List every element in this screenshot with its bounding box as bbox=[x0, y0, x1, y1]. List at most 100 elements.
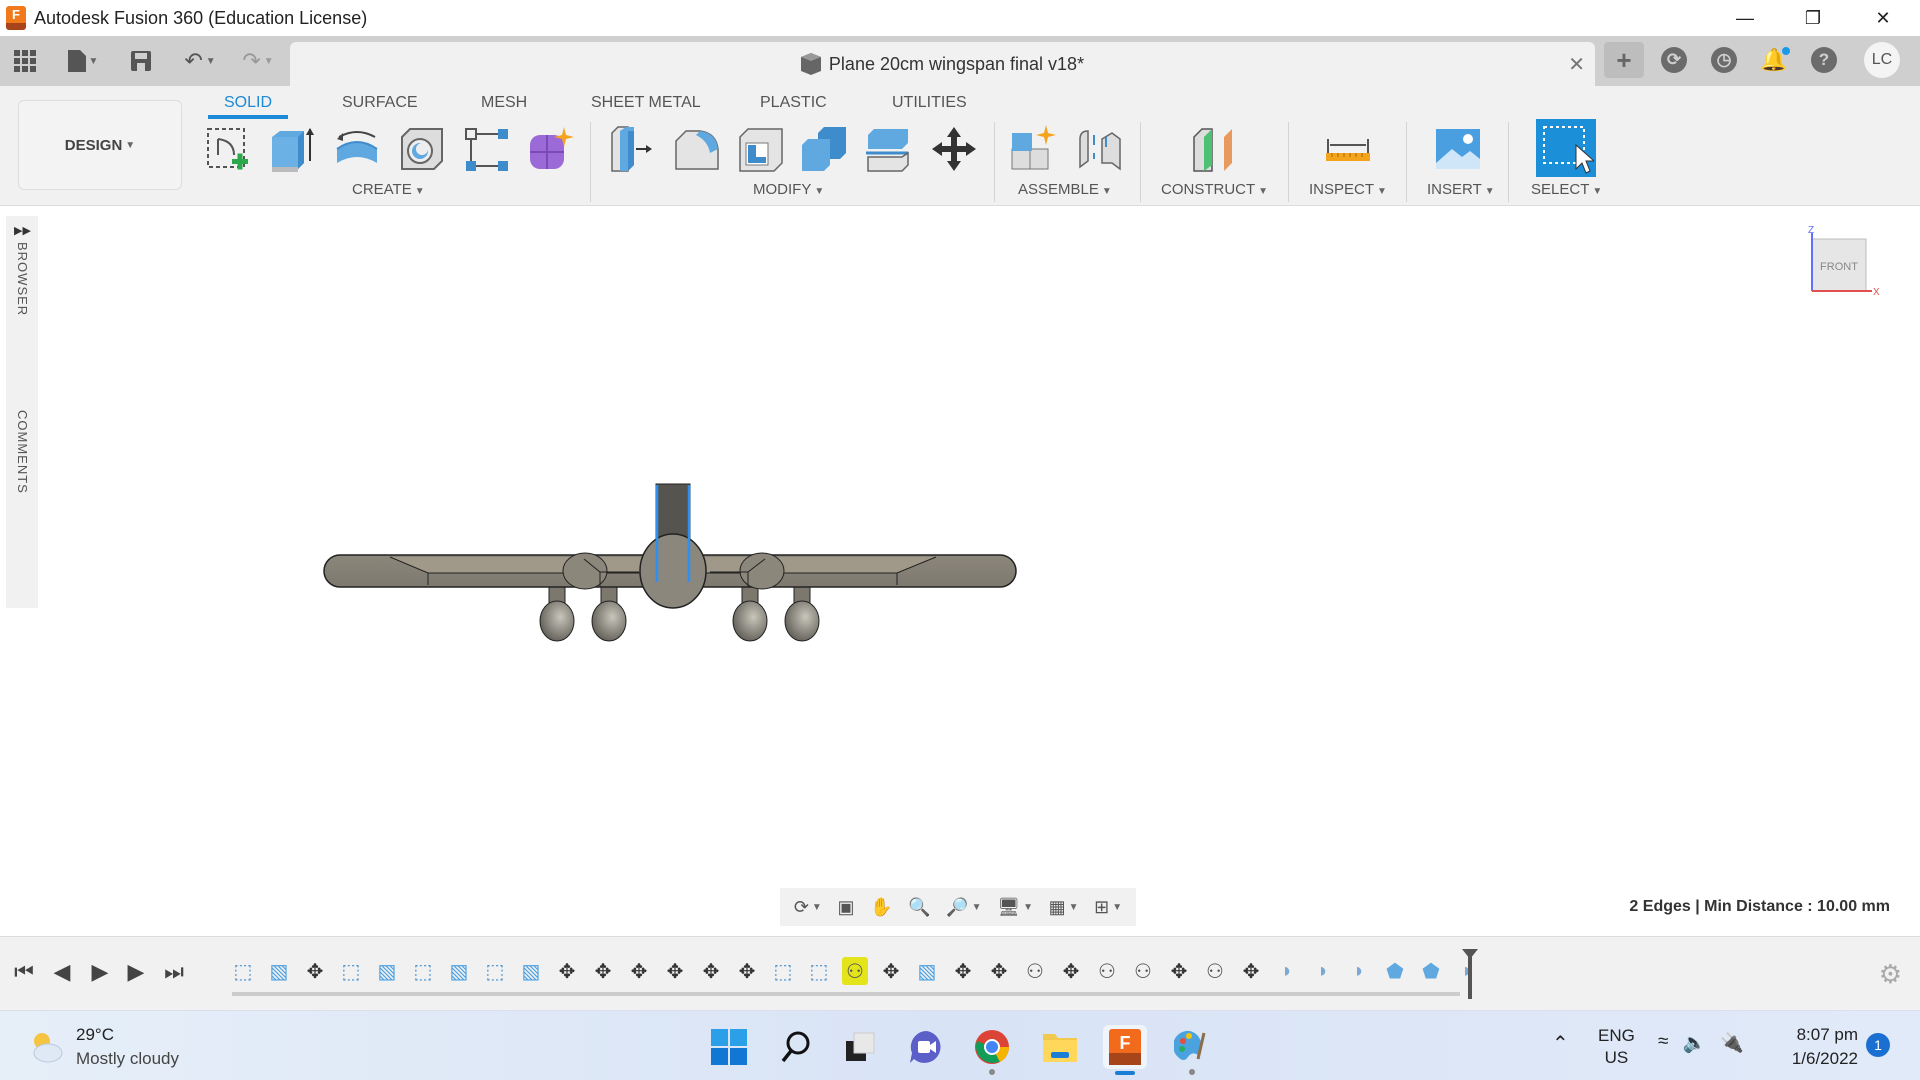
timeline-feature-sketch[interactable]: ⬚ bbox=[806, 957, 832, 985]
undo-button[interactable]: ↶ ▼ bbox=[178, 46, 222, 76]
timeline-feature-move[interactable]: ✥ bbox=[1166, 957, 1192, 985]
document-tab[interactable]: Plane 20cm wingspan final v18* ✕ bbox=[290, 42, 1595, 86]
shell-button[interactable] bbox=[734, 123, 786, 175]
restore-button[interactable]: ❐ bbox=[1778, 0, 1848, 36]
new-component-button[interactable] bbox=[1008, 123, 1060, 175]
display-settings-button[interactable]: 🖥 ▼ bbox=[997, 897, 1033, 918]
canvas-viewport[interactable]: Z X FRONT bbox=[40, 207, 1920, 932]
help-button[interactable]: ? bbox=[1804, 42, 1844, 78]
start-button[interactable] bbox=[707, 1025, 751, 1069]
tab-utilities[interactable]: UTILITIES bbox=[892, 89, 967, 119]
timeline-feature-move[interactable]: ✥ bbox=[302, 957, 328, 985]
orbit-button[interactable]: ⟳ ▼ bbox=[794, 897, 822, 918]
expand-panel-icon[interactable]: ▶▶ bbox=[14, 224, 31, 237]
fit-button[interactable]: 🔎 ▼ bbox=[946, 897, 981, 918]
timeline-feature-move[interactable]: ✥ bbox=[734, 957, 760, 985]
paint-button[interactable] bbox=[1170, 1025, 1214, 1075]
redo-button[interactable]: ↷ ▼ bbox=[236, 46, 280, 76]
weather-widget[interactable] bbox=[28, 1029, 64, 1065]
workspace-switcher[interactable]: DESIGN ▼ bbox=[18, 100, 182, 190]
viewports-button[interactable]: ⊞ ▼ bbox=[1094, 897, 1122, 918]
timeline-feature-move[interactable]: ✥ bbox=[626, 957, 652, 985]
timeline-feature-chamfer[interactable]: ⬟ bbox=[1418, 957, 1444, 985]
grid-snaps-button[interactable]: ▦ ▼ bbox=[1049, 897, 1079, 918]
tab-solid[interactable]: SOLID bbox=[208, 89, 288, 119]
modify-group-menu[interactable]: MODIFY ▼ bbox=[753, 181, 824, 198]
insert-group-menu[interactable]: INSERT ▼ bbox=[1427, 181, 1495, 198]
minimize-button[interactable]: — bbox=[1710, 0, 1780, 36]
file-menu-button[interactable]: ▼ bbox=[62, 46, 104, 76]
pan-button[interactable]: ✋ bbox=[870, 897, 892, 918]
look-at-button[interactable]: ▣ bbox=[837, 897, 854, 918]
airplane-model[interactable] bbox=[322, 475, 1064, 645]
viewcube[interactable]: Z X FRONT bbox=[1790, 225, 1880, 310]
tab-plastic[interactable]: PLASTIC bbox=[760, 89, 827, 119]
task-view-button[interactable] bbox=[838, 1025, 882, 1069]
construct-group-menu[interactable]: CONSTRUCT ▼ bbox=[1161, 181, 1268, 198]
timeline-feature-sketch[interactable]: ⬚ bbox=[770, 957, 796, 985]
timeline-feature-move[interactable]: ✥ bbox=[554, 957, 580, 985]
fusion-360-taskbar-button[interactable]: F bbox=[1103, 1025, 1147, 1075]
extrude-button[interactable] bbox=[266, 123, 318, 175]
zoom-button[interactable]: 🔍 bbox=[908, 897, 930, 918]
timeline-feature-sketch[interactable]: ⬚ bbox=[410, 957, 436, 985]
timeline-feature-move[interactable]: ✥ bbox=[950, 957, 976, 985]
extensions-button[interactable]: ⟳ bbox=[1654, 42, 1694, 78]
notifications-button[interactable]: 🔔 bbox=[1754, 42, 1794, 78]
input-language-button[interactable]: ENG US bbox=[1598, 1025, 1635, 1069]
press-pull-button[interactable] bbox=[606, 123, 658, 175]
combine-button[interactable] bbox=[798, 123, 850, 175]
tab-surface[interactable]: SURFACE bbox=[342, 89, 418, 119]
timeline-feature-sketch[interactable]: ⬚ bbox=[482, 957, 508, 985]
hole-button[interactable] bbox=[396, 123, 448, 175]
insert-image-button[interactable] bbox=[1432, 123, 1484, 175]
timeline-feature-move[interactable]: ✥ bbox=[698, 957, 724, 985]
new-tab-button[interactable]: + bbox=[1604, 42, 1644, 78]
file-explorer-button[interactable] bbox=[1038, 1025, 1082, 1069]
timeline-feature-move[interactable]: ✥ bbox=[590, 957, 616, 985]
notification-badge[interactable]: 1 bbox=[1866, 1033, 1890, 1057]
timeline-feature-extrude[interactable]: ▧ bbox=[374, 957, 400, 985]
timeline-feature-sketch[interactable]: ⬚ bbox=[230, 957, 256, 985]
browser-panel-toggle[interactable]: BROWSER bbox=[15, 242, 30, 316]
timeline-feature-fillet[interactable]: ◗ bbox=[1310, 957, 1336, 985]
timeline-feature-extrude[interactable]: ▧ bbox=[518, 957, 544, 985]
timeline-settings-button[interactable]: ⚙ bbox=[1879, 959, 1902, 990]
create-form-button[interactable] bbox=[524, 123, 576, 175]
job-status-button[interactable]: ◷ bbox=[1704, 42, 1744, 78]
chrome-button[interactable] bbox=[970, 1025, 1014, 1075]
clock[interactable]: 8:07 pm 1/6/2022 bbox=[1780, 1023, 1858, 1071]
step-back-button[interactable]: ◀ bbox=[48, 955, 76, 989]
pattern-button[interactable] bbox=[460, 123, 512, 175]
timeline-feature-fillet[interactable]: ◗ bbox=[1274, 957, 1300, 985]
timeline-feature-move[interactable]: ✥ bbox=[1238, 957, 1264, 985]
timeline-feature-chamfer[interactable]: ⬟ bbox=[1382, 957, 1408, 985]
teams-chat-button[interactable] bbox=[904, 1025, 948, 1069]
measure-button[interactable] bbox=[1322, 123, 1374, 175]
timeline-feature-extrude[interactable]: ▧ bbox=[266, 957, 292, 985]
timeline-feature-move[interactable]: ✥ bbox=[1058, 957, 1084, 985]
close-tab-icon[interactable]: ✕ bbox=[1568, 52, 1585, 77]
create-sketch-button[interactable] bbox=[202, 123, 254, 175]
tab-sheet-metal[interactable]: SHEET METAL bbox=[591, 89, 701, 119]
window-select-button[interactable] bbox=[1536, 119, 1596, 177]
timeline-feature-extrude[interactable]: ▧ bbox=[446, 957, 472, 985]
select-group-menu[interactable]: SELECT ▼ bbox=[1531, 181, 1602, 198]
joint-button[interactable] bbox=[1074, 123, 1126, 175]
offset-plane-button[interactable] bbox=[1188, 123, 1240, 175]
timeline-feature-joint[interactable]: ⚇ bbox=[842, 957, 868, 985]
timeline-feature-move[interactable]: ✥ bbox=[878, 957, 904, 985]
inspect-group-menu[interactable]: INSPECT ▼ bbox=[1309, 181, 1387, 198]
timeline-feature-fillet[interactable]: ◗ bbox=[1346, 957, 1372, 985]
search-button[interactable] bbox=[774, 1025, 818, 1069]
step-forward-button[interactable]: ▶ bbox=[122, 955, 150, 989]
timeline-feature-move[interactable]: ✥ bbox=[662, 957, 688, 985]
comments-panel-toggle[interactable]: COMMENTS bbox=[15, 410, 30, 494]
timeline-feature-sketch[interactable]: ⬚ bbox=[338, 957, 364, 985]
revolve-button[interactable] bbox=[331, 123, 383, 175]
save-button[interactable] bbox=[128, 46, 154, 76]
play-button[interactable]: ▶ bbox=[86, 955, 114, 989]
show-hidden-icons-button[interactable]: ⌃ bbox=[1552, 1031, 1569, 1056]
data-panel-button[interactable] bbox=[12, 46, 38, 76]
go-to-start-button[interactable]: ⏮ bbox=[10, 955, 38, 989]
